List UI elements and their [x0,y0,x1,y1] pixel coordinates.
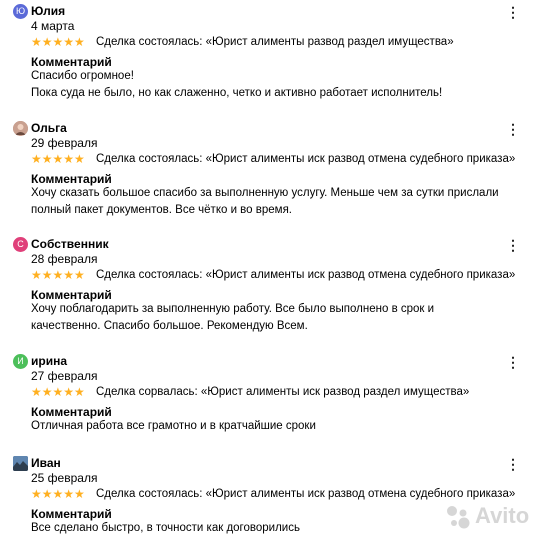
rating-stars: ★★★★★ [31,35,85,49]
deal-status: Сделка сорвалась: «Юрист алименты иск ра… [96,386,470,398]
reviewer-name[interactable]: Собственник [31,237,109,252]
review-date: 25 февраля [31,471,98,485]
more-options-icon[interactable]: ⋮ [506,354,520,370]
avatar-photo-icon [13,456,28,471]
reviewer-name[interactable]: ирина [31,354,67,369]
avatar[interactable] [13,121,28,136]
rating-stars: ★★★★★ [31,385,85,399]
more-options-icon[interactable]: ⋮ [506,4,520,20]
more-options-icon[interactable]: ⋮ [506,456,520,472]
comment-text: Хочу сказать большое спасибо за выполнен… [31,187,499,216]
reviewer-name[interactable]: Иван [31,456,61,471]
deal-status: Сделка состоялась: «Юрист алименты разво… [96,36,454,48]
rating-stars: ★★★★★ [31,152,85,166]
avito-watermark: Avito [445,498,545,534]
avatar[interactable] [13,456,28,471]
comment-text: Спасибо огромное! Пока суда не было, но … [31,68,536,102]
avatar-photo-icon [13,121,28,136]
review-date: 29 февраля [31,136,98,150]
review-date: 27 февраля [31,369,98,383]
more-options-icon[interactable]: ⋮ [506,237,520,253]
comment-line: Пока суда не было, но как слаженно, четк… [31,87,443,99]
avatar[interactable]: Ю [13,4,28,19]
reviewer-name[interactable]: Ольга [31,121,67,136]
deal-status: Сделка состоялась: «Юрист алименты иск р… [96,269,516,281]
comment-text: Все сделано быстро, в точности как догов… [31,522,300,534]
avito-logo-icon [447,506,470,529]
deal-status: Сделка состоялась: «Юрист алименты иск р… [96,153,516,165]
review-date: 28 февраля [31,252,98,266]
comment-text: Отличная работа все грамотно и в кратчай… [31,420,316,432]
review-date: 4 марта [31,19,75,33]
avito-watermark-text: Avito [475,503,530,528]
rating-stars: ★★★★★ [31,268,85,282]
rating-stars: ★★★★★ [31,487,85,501]
avatar[interactable]: И [13,354,28,369]
comment-text: Хочу поблагодарить за выполненную работу… [31,303,435,332]
more-options-icon[interactable]: ⋮ [506,121,520,137]
reviewer-name[interactable]: Юлия [31,4,65,19]
comment-line: Спасибо огромное! [31,70,134,82]
avatar[interactable]: С [13,237,28,252]
